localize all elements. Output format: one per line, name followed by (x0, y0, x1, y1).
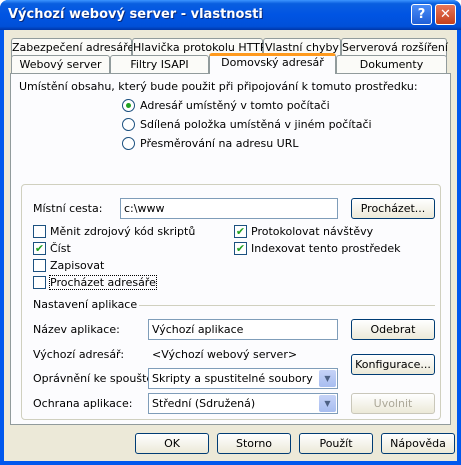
title-bar[interactable]: Výchozí webový server - vlastnosti ? ✕ (0, 0, 461, 30)
directory-browsing-label[interactable]: Procházet adresáře (49, 275, 157, 290)
content-source-prompt: Umístění obsahu, který bude použit při p… (19, 80, 418, 93)
start-point-label: Výchozí adresář: (33, 348, 125, 361)
radio-network-share[interactable] (122, 118, 135, 131)
check-icon: ✔ (34, 242, 45, 255)
checkbox-index-resource[interactable]: ✔ (234, 242, 247, 255)
start-point-value: <Výchozí webový server> (152, 348, 298, 361)
checkbox-directory-browsing[interactable] (33, 276, 46, 289)
log-visits-label[interactable]: Protokolovat návštěvy (251, 225, 373, 238)
radio-redirect-url[interactable] (122, 137, 135, 150)
window-title: Výchozí webový server - vlastnosti (8, 7, 263, 22)
check-icon: ✔ (235, 242, 246, 255)
dialog-client: Zabezpečení adresáře Hlavička protokolu … (4, 30, 457, 461)
radio-local-directory-label[interactable]: Adresář umístěný v tomto počítači (140, 99, 330, 112)
radio-redirect-url-label[interactable]: Přesměrování na adresu URL (140, 137, 299, 150)
checkbox-script-source-access[interactable] (33, 225, 46, 238)
script-source-access-label[interactable]: Měnit zdrojový kód skriptů (50, 225, 195, 238)
radio-local-directory[interactable] (122, 99, 135, 112)
local-path-field[interactable]: c:\www (120, 198, 338, 219)
chevron-down-icon[interactable]: ▼ (319, 395, 336, 412)
execute-permissions-select[interactable]: Skripty a spustitelné soubory ▼ (148, 368, 338, 389)
execute-permissions-value: Skripty a spustitelné soubory (152, 372, 313, 385)
cancel-button[interactable]: Storno (217, 433, 291, 454)
index-resource-label[interactable]: Indexovat tento prostředek (251, 242, 401, 255)
apply-button[interactable]: Použít (299, 433, 373, 454)
close-icon[interactable]: ✕ (435, 4, 456, 25)
app-protection-label: Ochrana aplikace: (33, 397, 133, 410)
help-button[interactable]: Nápověda (381, 433, 455, 454)
tab-isapi-filters[interactable]: Filtry ISAPI (110, 55, 209, 74)
tab-home-directory[interactable]: Domovský adresář (209, 53, 336, 74)
unload-button: Uvolnit (351, 393, 435, 414)
chevron-down-icon[interactable]: ▼ (319, 370, 336, 387)
remove-button[interactable]: Odebrat (351, 319, 435, 340)
configuration-button[interactable]: Konfigurace... (351, 354, 435, 375)
ok-button[interactable]: OK (135, 433, 209, 454)
browse-button[interactable]: Procházet... (351, 198, 435, 219)
help-icon[interactable]: ? (411, 4, 432, 25)
checkbox-log-visits[interactable]: ✔ (234, 225, 247, 238)
app-name-field[interactable]: Výchozí aplikace (148, 319, 338, 340)
app-name-label: Název aplikace: (33, 323, 120, 336)
write-label[interactable]: Zapisovat (50, 259, 104, 272)
checkbox-write[interactable] (33, 259, 46, 272)
app-protection-value: Střední (Sdružená) (152, 397, 256, 410)
tab-web-server[interactable]: Webový server (11, 55, 110, 74)
check-icon: ✔ (235, 225, 246, 238)
home-directory-panel: Umístění obsahu, který bude použit při p… (10, 73, 451, 425)
tab-documents[interactable]: Dokumenty (336, 55, 447, 74)
radio-network-share-label[interactable]: Sdílená položka umístěná v jiném počítač… (140, 118, 372, 131)
execute-permissions-label: Oprávnění ke spouštění: (33, 372, 167, 385)
app-settings-heading: Nastavení aplikace (33, 298, 138, 311)
properties-window: Výchozí webový server - vlastnosti ? ✕ Z… (0, 0, 461, 465)
app-settings-divider (139, 305, 435, 306)
local-path-label: Místní cesta: (33, 202, 103, 215)
checkbox-read[interactable]: ✔ (33, 242, 46, 255)
read-label[interactable]: Číst (50, 242, 71, 255)
app-protection-select[interactable]: Střední (Sdružená) ▼ (148, 393, 338, 414)
